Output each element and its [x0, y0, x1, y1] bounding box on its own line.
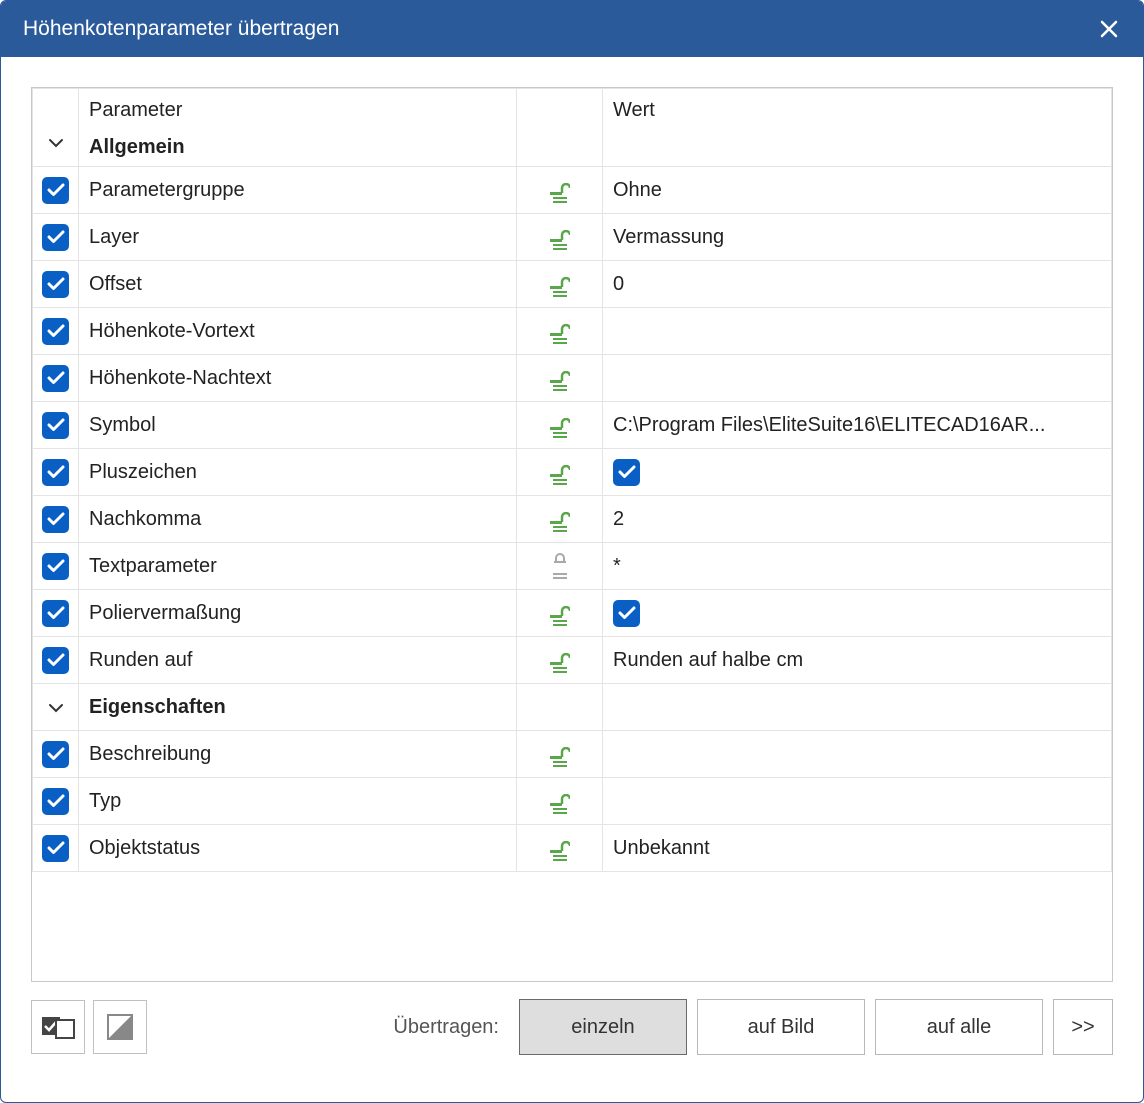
parameter-value[interactable]: 2 — [613, 508, 624, 530]
parameter-value[interactable]: Unbekannt — [613, 837, 710, 859]
table-row: Höhenkote-Vortext — [33, 308, 1112, 355]
row-checkbox[interactable] — [42, 224, 69, 251]
transfer-single-button[interactable]: einzeln — [519, 999, 687, 1055]
parameter-value[interactable]: C:\Program Files\EliteSuite16\ELITECAD16… — [613, 414, 1045, 436]
parameter-value[interactable]: Runden auf halbe cm — [613, 649, 803, 671]
parameter-label: Typ — [89, 790, 121, 812]
footer: Übertragen: einzeln auf Bild auf alle >> — [1, 982, 1143, 1102]
group-header[interactable]: Allgemein — [89, 136, 506, 159]
row-checkbox[interactable] — [42, 318, 69, 345]
parameter-value[interactable]: 0 — [613, 273, 624, 295]
value-checkbox[interactable] — [613, 600, 640, 627]
table-row: Offset 0 — [33, 261, 1112, 308]
parameter-label: Textparameter — [89, 555, 217, 577]
lock-open-icon[interactable] — [550, 418, 570, 438]
table-row: Layer Vermassung — [33, 214, 1112, 261]
row-checkbox[interactable] — [42, 600, 69, 627]
parameter-label: Höhenkote-Vortext — [89, 320, 255, 342]
dialog-title: Höhenkotenparameter übertragen — [23, 17, 339, 41]
parameter-column-header: Parameter — [89, 99, 506, 122]
row-checkbox[interactable] — [42, 177, 69, 204]
transfer-on-all-button[interactable]: auf alle — [875, 999, 1043, 1055]
table-row: Pluszeichen — [33, 449, 1112, 496]
parameter-label: Pluszeichen — [89, 461, 197, 483]
content-area: Parameter Allgemein Wert Parametergruppe Ohn… — [1, 57, 1143, 982]
row-checkbox[interactable] — [42, 788, 69, 815]
table-row: Runden auf Runden auf halbe cm — [33, 637, 1112, 684]
lock-closed-icon[interactable] — [552, 553, 568, 579]
transfer-label: Übertragen: — [393, 1016, 499, 1039]
table-row: Objektstatus Unbekannt — [33, 825, 1112, 872]
parameter-value[interactable]: * — [613, 555, 621, 577]
table-row: Parametergruppe Ohne — [33, 167, 1112, 214]
table-row: Symbol C:\Program Files\EliteSuite16\ELIT… — [33, 402, 1112, 449]
lock-open-icon[interactable] — [550, 324, 570, 344]
parameter-label: Offset — [89, 273, 142, 295]
lock-open-icon[interactable] — [550, 653, 570, 673]
parameter-label: Höhenkote-Nachtext — [89, 367, 271, 389]
parameter-label: Poliervermaßung — [89, 602, 241, 624]
parameter-value[interactable]: Ohne — [613, 179, 662, 201]
contrast-icon — [105, 1012, 135, 1042]
value-checkbox[interactable] — [613, 459, 640, 486]
group-row: Eigenschaften — [33, 684, 1112, 731]
row-checkbox[interactable] — [42, 412, 69, 439]
table-header-row: Parameter Allgemein Wert — [33, 89, 1112, 167]
footer-left-tools — [31, 1000, 147, 1054]
group-header[interactable]: Eigenschaften — [89, 696, 226, 718]
parameter-label: Objektstatus — [89, 837, 200, 859]
parameter-table-container: Parameter Allgemein Wert Parametergruppe Ohn… — [31, 87, 1113, 982]
table-row: Höhenkote-Nachtext — [33, 355, 1112, 402]
row-checkbox[interactable] — [42, 271, 69, 298]
transfer-on-image-button[interactable]: auf Bild — [697, 999, 865, 1055]
row-checkbox[interactable] — [42, 741, 69, 768]
lock-open-icon[interactable] — [550, 465, 570, 485]
select-all-button[interactable] — [31, 1000, 85, 1054]
invert-selection-button[interactable] — [93, 1000, 147, 1054]
lock-open-icon[interactable] — [550, 230, 570, 250]
close-button[interactable] — [1095, 15, 1123, 43]
expand-button[interactable]: >> — [1053, 999, 1113, 1055]
parameter-value[interactable]: Vermassung — [613, 226, 724, 248]
lock-open-icon[interactable] — [550, 747, 570, 767]
row-checkbox[interactable] — [42, 553, 69, 580]
table-row: Nachkomma 2 — [33, 496, 1112, 543]
titlebar: Höhenkotenparameter übertragen — [1, 1, 1143, 57]
lock-open-icon[interactable] — [550, 277, 570, 297]
table-row: Poliervermaßung — [33, 590, 1112, 637]
checkbox-toggle-icon — [41, 1015, 75, 1039]
row-checkbox[interactable] — [42, 459, 69, 486]
parameter-label: Runden auf — [89, 649, 192, 671]
lock-open-icon[interactable] — [550, 183, 570, 203]
chevron-down-icon[interactable] — [48, 703, 64, 713]
lock-open-icon[interactable] — [550, 794, 570, 814]
row-checkbox[interactable] — [42, 506, 69, 533]
parameter-label: Symbol — [89, 414, 156, 436]
parameter-label: Parametergruppe — [89, 179, 245, 201]
lock-open-icon[interactable] — [550, 512, 570, 532]
lock-open-icon[interactable] — [550, 606, 570, 626]
parameter-label: Beschreibung — [89, 743, 211, 765]
chevron-down-icon[interactable] — [48, 138, 64, 148]
table-row: Textparameter * — [33, 543, 1112, 590]
table-row: Beschreibung — [33, 731, 1112, 778]
parameter-table: Parameter Allgemein Wert Parametergruppe Ohn… — [32, 88, 1112, 872]
table-row: Typ — [33, 778, 1112, 825]
row-checkbox[interactable] — [42, 365, 69, 392]
parameter-label: Layer — [89, 226, 139, 248]
row-checkbox[interactable] — [42, 835, 69, 862]
lock-open-icon[interactable] — [550, 371, 570, 391]
dialog-window: Höhenkotenparameter übertragen Parameter… — [0, 0, 1144, 1103]
lock-open-icon[interactable] — [550, 841, 570, 861]
row-checkbox[interactable] — [42, 647, 69, 674]
parameter-label: Nachkomma — [89, 508, 201, 530]
close-icon — [1100, 20, 1118, 38]
value-column-header: Wert — [613, 99, 655, 121]
